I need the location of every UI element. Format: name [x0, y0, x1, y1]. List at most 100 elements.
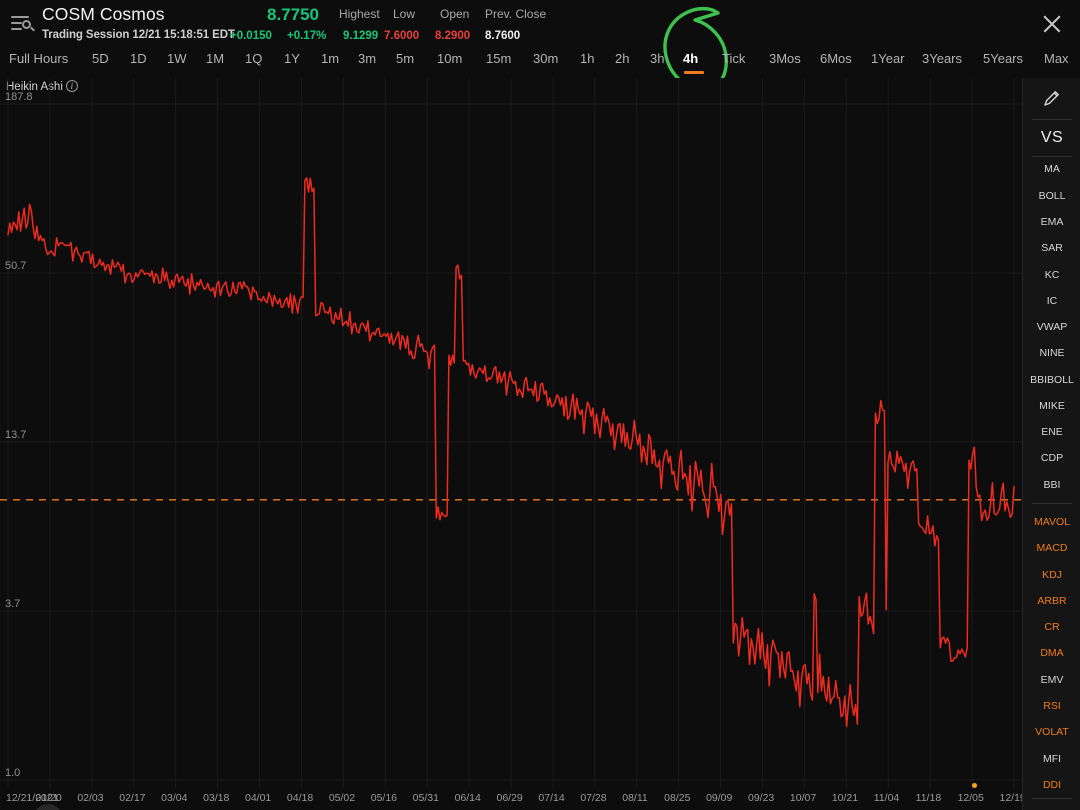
- stat-value-highest: 9.1299: [343, 30, 379, 42]
- sidebar-indicator-list: MA BOLL EMA SAR KC IC VWAP NINE BBIBOLL MIKE ENE CD…: [1023, 157, 1080, 799]
- stat-value-low: 7.6000: [384, 30, 420, 42]
- timeframe-5d[interactable]: 5D: [92, 51, 109, 66]
- x-axis-label: 11/04: [873, 792, 900, 804]
- sidebar-item-sar[interactable]: SAR: [1023, 235, 1080, 261]
- timeframe-5m[interactable]: 5m: [396, 51, 414, 66]
- current-date-marker: [972, 783, 977, 788]
- timeframe-max[interactable]: Max: [1044, 51, 1069, 66]
- timeframe-1y[interactable]: 1Y: [284, 51, 300, 66]
- sidebar-item-vs[interactable]: VS: [1023, 129, 1080, 146]
- x-axis: 12/21/2021 01/20 02/03 02/17 03/04 03/18 04/01…: [0, 783, 1026, 810]
- sidebar-item-arbr[interactable]: ARBR: [1023, 588, 1080, 614]
- x-axis-label: 04/01: [245, 792, 272, 804]
- x-axis-label: 02/03: [77, 792, 104, 804]
- x-axis-label: 08/25: [664, 792, 691, 804]
- sidebar-item-ene[interactable]: ENE: [1023, 419, 1080, 445]
- sidebar-divider: [1031, 503, 1072, 505]
- x-axis-label: 07/14: [538, 792, 565, 804]
- timeframe-tick[interactable]: Tick: [722, 51, 745, 66]
- timeframe-10m[interactable]: 10m: [437, 51, 462, 66]
- trading-session-text: Trading Session 12/21 15:18:51 EDT: [42, 29, 235, 41]
- timeframe-1w[interactable]: 1W: [167, 51, 187, 66]
- x-axis-label: 02/17: [119, 792, 146, 804]
- x-axis-label: 03/18: [203, 792, 230, 804]
- close-icon[interactable]: [1038, 10, 1066, 38]
- stat-label-highest: Highest: [339, 7, 380, 21]
- x-axis-label: 05/31: [412, 792, 439, 804]
- header-bar: COSM Cosmos Trading Session 12/21 15:18:…: [0, 0, 1080, 46]
- y-axis-label: 50.7: [5, 260, 27, 273]
- sidebar-item-bbi[interactable]: BBI: [1023, 472, 1080, 498]
- x-axis-label: 05/02: [328, 792, 356, 804]
- stat-label-low: Low: [393, 7, 416, 21]
- timeframe-1h[interactable]: 1h: [580, 51, 594, 66]
- menu-search-icon[interactable]: [8, 12, 35, 36]
- timeframe-1d[interactable]: 1D: [130, 51, 147, 66]
- sidebar-item-mike[interactable]: MIKE: [1023, 393, 1080, 419]
- sidebar-item-nine[interactable]: NINE: [1023, 340, 1080, 366]
- x-axis-label: 04/18: [286, 792, 314, 804]
- stat-label-prev-close: Prev. Close: [485, 7, 547, 21]
- sidebar-item-cr[interactable]: CR: [1023, 614, 1080, 640]
- pencil-icon[interactable]: [1023, 88, 1080, 111]
- sidebar-item-ddi[interactable]: DDI: [1023, 772, 1080, 798]
- timeframe-5years[interactable]: 5Years: [983, 51, 1023, 66]
- timeframe-30m[interactable]: 30m: [533, 51, 558, 66]
- sidebar-item-mavol[interactable]: MAVOL: [1023, 509, 1080, 535]
- sidebar-item-kc[interactable]: KC: [1023, 262, 1080, 288]
- y-axis-label: 1.0: [5, 767, 21, 779]
- timeframe-2h[interactable]: 2h: [615, 51, 629, 66]
- stat-value-open: 8.2900: [435, 30, 471, 42]
- sidebar-item-ic[interactable]: IC: [1023, 288, 1080, 314]
- x-axis-label: 09/09: [706, 792, 733, 804]
- y-axis-label: 3.7: [5, 598, 21, 611]
- timeframe-6mos[interactable]: 6Mos: [820, 51, 852, 66]
- timeframe-1m[interactable]: 1M: [206, 51, 224, 66]
- x-axis-label: 06/14: [454, 792, 481, 804]
- sidebar-item-boll[interactable]: BOLL: [1023, 183, 1080, 209]
- timeframe-3h[interactable]: 3h: [650, 51, 664, 66]
- change-percent: +0.17%: [287, 30, 327, 42]
- x-axis-label: 05/16: [370, 792, 398, 804]
- x-axis-label: 08/11: [622, 792, 648, 804]
- sidebar-item-volat[interactable]: VOLAT: [1023, 719, 1080, 745]
- sidebar-item-mfi[interactable]: MFI: [1023, 746, 1080, 772]
- timeframe-3years[interactable]: 3Years: [922, 51, 962, 66]
- active-timeframe-underline: [684, 71, 704, 74]
- x-axis-label: 06/29: [496, 792, 523, 804]
- sidebar-item-ma[interactable]: MA: [1023, 157, 1080, 183]
- sidebar-item-cdp[interactable]: CDP: [1023, 446, 1080, 472]
- chart-canvas[interactable]: Heikin Ashi i 187.8 50.7 13.7 3.7 1.0: [0, 78, 1022, 810]
- ticker-title: COSM Cosmos: [42, 4, 165, 24]
- change-absolute: +0.0150: [230, 30, 272, 42]
- sidebar-item-rsi[interactable]: RSI: [1023, 693, 1080, 719]
- timeframe-1m[interactable]: 1m: [321, 51, 339, 66]
- sidebar-item-ema[interactable]: EMA: [1023, 209, 1080, 235]
- x-axis-label: 10/07: [789, 792, 817, 804]
- sidebar-item-emv[interactable]: EMV: [1023, 667, 1080, 693]
- timeframe-4h[interactable]: 4h: [683, 51, 698, 66]
- y-axis-label: 13.7: [5, 429, 27, 442]
- last-price: 8.7750: [267, 5, 319, 24]
- timeframe-3mos[interactable]: 3Mos: [769, 51, 801, 66]
- timeframe-full-hours[interactable]: Full Hours: [9, 51, 68, 66]
- x-axis-label: 10/21: [831, 792, 859, 804]
- sidebar-item-macd[interactable]: MACD: [1023, 535, 1080, 561]
- x-axis-label: 09/23: [748, 792, 775, 804]
- x-axis-label: 12/05: [957, 792, 984, 804]
- timeframe-3m[interactable]: 3m: [358, 51, 376, 66]
- sidebar-item-kdj[interactable]: KDJ: [1023, 562, 1080, 588]
- indicator-sidebar: VS MA BOLL EMA SAR KC IC VWAP NINE BBIBOLL MIKE EN…: [1022, 78, 1080, 810]
- timeframe-15m[interactable]: 15m: [486, 51, 511, 66]
- timeframe-1year[interactable]: 1Year: [871, 51, 905, 66]
- sidebar-item-dma[interactable]: DMA: [1023, 641, 1080, 667]
- sidebar-item-bbiboll[interactable]: BBIBOLL: [1023, 367, 1080, 393]
- x-axis-label: 03/04: [161, 792, 188, 804]
- x-axis-label: 01/20: [35, 792, 62, 804]
- x-axis-label: 11/18: [915, 792, 942, 804]
- x-axis-label: 07/28: [580, 792, 607, 804]
- stat-value-prev-close: 8.7600: [485, 30, 521, 42]
- stat-label-open: Open: [440, 7, 470, 21]
- sidebar-item-vwap[interactable]: VWAP: [1023, 314, 1080, 340]
- timeframe-1q[interactable]: 1Q: [245, 51, 262, 66]
